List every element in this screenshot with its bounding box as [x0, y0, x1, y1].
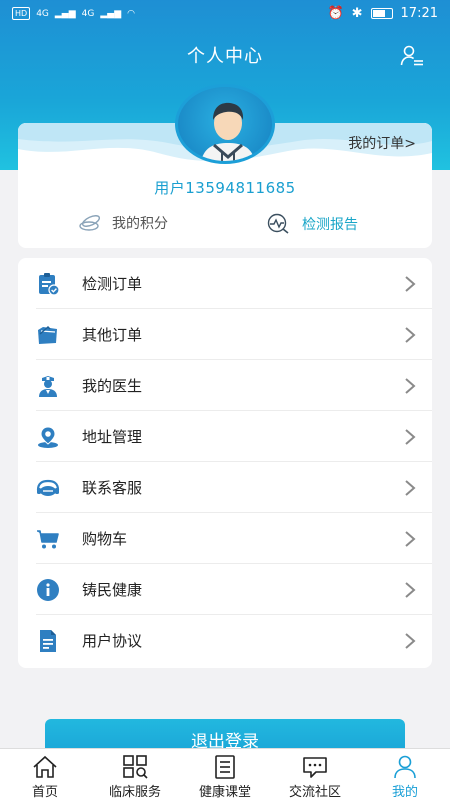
- menu-item-my-doctor[interactable]: 我的医生: [18, 360, 432, 411]
- person-icon: [394, 755, 416, 779]
- menu-item-health[interactable]: 铸民健康: [18, 564, 432, 615]
- home-icon: [33, 755, 57, 778]
- menu-item-test-orders[interactable]: 检测订单: [18, 258, 432, 309]
- wifi-icon: ◠: [127, 8, 135, 19]
- headset-icon: [36, 479, 60, 496]
- menu-label: 地址管理: [82, 428, 143, 446]
- chevron-right-icon: [405, 276, 416, 292]
- menu-label: 铸民健康: [82, 581, 143, 599]
- menu-label: 联系客服: [82, 479, 143, 497]
- menu-item-other-orders[interactable]: 其他订单: [18, 309, 432, 360]
- menu-label: 我的医生: [82, 377, 143, 395]
- report-button[interactable]: 检测报告: [266, 213, 358, 235]
- chevron-right-icon: [405, 378, 416, 394]
- clock: 17:21: [400, 6, 438, 21]
- tab-bar: 首页 临床服务 健康课堂 交流社区 我的: [0, 748, 450, 800]
- chevron-right-icon: [405, 531, 416, 547]
- location-pin-icon: [38, 426, 58, 448]
- signal-icon: ▂▄▆: [100, 8, 122, 19]
- hd-badge: HD: [12, 7, 31, 20]
- folder-icon: [38, 326, 57, 344]
- tab-clinical-services[interactable]: 临床服务: [90, 749, 180, 800]
- tab-label: 首页: [31, 785, 58, 800]
- grid-search-icon: [123, 755, 148, 779]
- avatar[interactable]: [175, 84, 275, 164]
- menu-label: 购物车: [82, 530, 128, 548]
- my-orders-link[interactable]: 我的订单>: [348, 133, 416, 153]
- notebook-icon: [215, 755, 235, 779]
- tab-label: 临床服务: [108, 785, 161, 800]
- user-list-icon[interactable]: [400, 44, 424, 68]
- bluetooth-icon: ✱: [351, 6, 363, 21]
- menu-label: 用户协议: [82, 632, 143, 650]
- menu-list: 检测订单 其他订单 我的医生 地址管理 联系客服 购物车 铸民健康 用户协议: [18, 258, 432, 668]
- chat-icon: [303, 757, 327, 778]
- clipboard-check-icon: [39, 273, 60, 296]
- signal-badge-2: 4G: [81, 8, 95, 19]
- points-label: 我的积分: [112, 216, 168, 232]
- doctor-icon: [39, 376, 57, 397]
- tab-label: 交流社区: [288, 785, 341, 800]
- signal-icon: ▂▄▆: [54, 8, 76, 19]
- menu-item-customer-service[interactable]: 联系客服: [18, 462, 432, 513]
- document-icon: [40, 630, 56, 652]
- battery-icon: [370, 8, 393, 19]
- menu-item-user-agreement[interactable]: 用户协议: [18, 615, 432, 666]
- tab-label: 我的: [391, 785, 418, 800]
- tab-label: 健康课堂: [198, 785, 251, 800]
- username: 用户13594811685: [154, 179, 296, 197]
- tab-health-classroom[interactable]: 健康课堂: [180, 749, 270, 800]
- chevron-right-icon: [405, 582, 416, 598]
- report-label: 检测报告: [302, 217, 358, 233]
- points-button[interactable]: 我的积分: [78, 213, 168, 233]
- points-icon: [79, 215, 101, 231]
- menu-item-address[interactable]: 地址管理: [18, 411, 432, 462]
- tab-community[interactable]: 交流社区: [270, 749, 360, 800]
- chevron-right-icon: [405, 429, 416, 445]
- cart-icon: [37, 530, 59, 549]
- tab-home[interactable]: 首页: [0, 749, 90, 800]
- signal-badge-1: 4G: [36, 8, 49, 19]
- chevron-right-icon: [405, 480, 416, 496]
- chevron-right-icon: [405, 633, 416, 649]
- report-icon: [267, 213, 289, 234]
- menu-label: 其他订单: [82, 326, 143, 344]
- chevron-right-icon: [405, 327, 416, 343]
- page-title: 个人中心: [187, 46, 263, 67]
- menu-item-cart[interactable]: 购物车: [18, 513, 432, 564]
- status-bar: HD 4G ▂▄▆ 4G ▂▄▆ ◠ ⏰ ✱ 17:21: [0, 0, 450, 30]
- tab-mine[interactable]: 我的: [360, 749, 450, 800]
- menu-label: 检测订单: [82, 275, 143, 293]
- alarm-icon: ⏰: [327, 6, 344, 21]
- info-icon: [37, 579, 59, 601]
